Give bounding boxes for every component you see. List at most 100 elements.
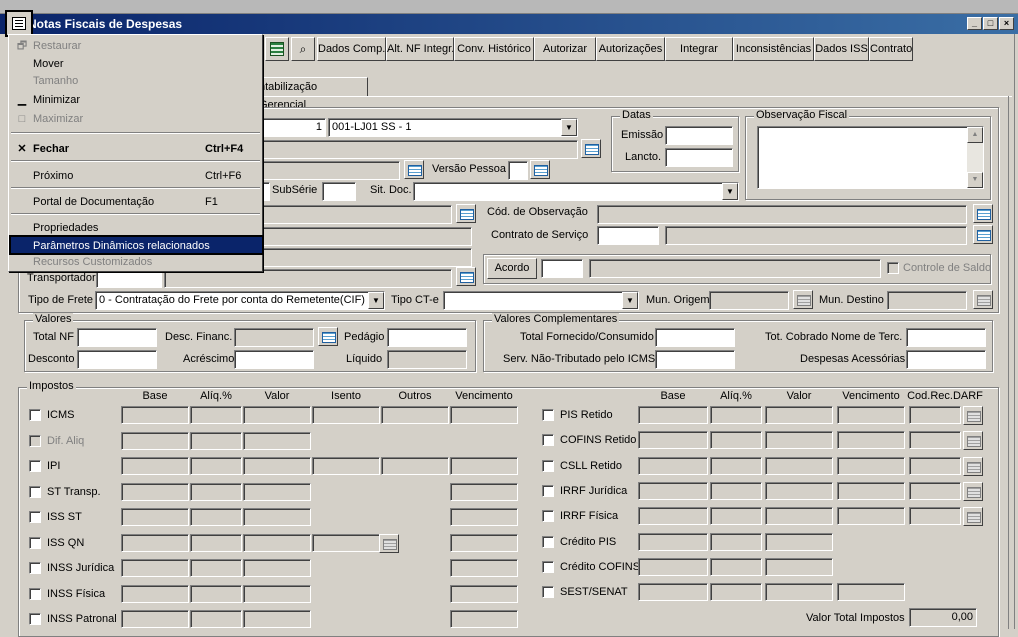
iss-qn-lookup-button[interactable] (379, 534, 399, 553)
acordo-button[interactable]: Acordo (487, 258, 537, 279)
imposto-label: ISS QN (47, 537, 85, 549)
mun-origem-lookup-button[interactable] (793, 290, 813, 309)
alt-nf-integr-button[interactable]: Alt. NF Integr. (386, 37, 454, 61)
subserie-field[interactable] (322, 182, 356, 201)
imposto-checkbox[interactable] (29, 435, 41, 447)
pedagio-field[interactable] (387, 328, 467, 347)
cod-rec-darf-lookup-button[interactable] (963, 406, 983, 425)
dados-iss-button[interactable]: Dados ISS (814, 37, 869, 61)
imposto-checkbox[interactable] (29, 613, 41, 625)
mun-destino-lookup-button[interactable] (973, 290, 993, 309)
conv-historico-button[interactable]: Conv. Histórico (454, 37, 534, 61)
desc-financ-lookup-button[interactable] (318, 327, 338, 346)
menu-item-minimizar[interactable]: ▁ Minimizar (11, 91, 260, 109)
window-title-bar[interactable]: Notas Fiscais de Despesas _ □ × (0, 14, 1018, 34)
controle-saldo-label: Controle de Saldo (903, 262, 992, 274)
total-nf-field[interactable] (77, 328, 157, 347)
versao-pessoa-lookup-button[interactable] (530, 160, 550, 179)
serie-number-field[interactable]: 1 (262, 118, 326, 137)
cod-rec-darf-lookup-button[interactable] (963, 507, 983, 526)
close-button[interactable]: × (999, 17, 1014, 30)
minimize-button[interactable]: _ (967, 17, 982, 30)
imposto-value-field (121, 559, 189, 577)
imposto-value-field (190, 610, 242, 628)
maximize-button[interactable]: □ (983, 17, 998, 30)
lancto-field[interactable] (665, 148, 733, 167)
imposto-value-field (243, 483, 311, 501)
imposto-checkbox[interactable] (542, 510, 554, 522)
menu-item-mover[interactable]: Mover (11, 55, 260, 73)
estabelecimento-combo[interactable]: 001-LJ01 SS - 1 ▼ (328, 118, 578, 137)
list-view-button[interactable] (265, 37, 289, 61)
tab-contabilizacao-gerencial[interactable]: ntabilização Gerencial (254, 77, 368, 111)
serv-nao-trib-field[interactable] (655, 350, 735, 369)
acordo-field[interactable] (541, 259, 583, 278)
imposto-checkbox[interactable] (542, 536, 554, 548)
imposto-checkbox[interactable] (542, 434, 554, 446)
inconsistencias-button[interactable]: Inconsistências (733, 37, 814, 61)
tot-cobrado-field[interactable] (906, 328, 986, 347)
menu-item-portal-documentacao[interactable]: Portal de Documentação F1 (11, 193, 260, 211)
menu-item-maximizar[interactable]: □ Maximizar (11, 110, 260, 128)
imposto-checkbox[interactable] (29, 486, 41, 498)
autorizacoes-button[interactable]: Autorizações (596, 37, 665, 61)
sit-doc-combo[interactable]: ▼ (413, 182, 739, 201)
tipo-cte-combo[interactable]: ▼ (443, 291, 639, 310)
imposto-checkbox[interactable] (542, 586, 554, 598)
menu-item-parametros-dinamicos[interactable]: Parâmetros Dinâmicos relacionados (9, 235, 264, 255)
minimize-icon: ▁ (17, 94, 27, 106)
menu-item-proximo[interactable]: Próximo Ctrl+F6 (11, 167, 260, 185)
menu-item-fechar[interactable]: ✕ Fechar Ctrl+F4 (11, 140, 260, 158)
chevron-down-icon[interactable]: ▼ (561, 119, 577, 136)
chevron-down-icon[interactable]: ▼ (722, 183, 738, 200)
contrato-servico-lookup-button[interactable] (973, 225, 993, 244)
imposto-checkbox[interactable] (29, 588, 41, 600)
chevron-down-icon[interactable]: ▼ (622, 292, 638, 309)
transportador-lookup-button[interactable] (456, 267, 476, 286)
imposto-value-field (450, 508, 518, 526)
imposto-checkbox[interactable] (29, 460, 41, 472)
contrato-servico-field[interactable] (597, 226, 659, 245)
desconto-field[interactable] (77, 350, 157, 369)
menu-item-recursos-customizados[interactable]: Recursos Customizados (11, 253, 260, 271)
scroll-down-icon[interactable]: ▼ (967, 172, 983, 188)
dados-comp-button[interactable]: Dados Comp. (317, 37, 386, 61)
contrato-button[interactable]: Contrato (869, 37, 913, 61)
scroll-up-icon[interactable]: ▲ (967, 127, 983, 143)
imposto-checkbox[interactable] (542, 485, 554, 497)
versao-pessoa-field[interactable] (508, 161, 528, 180)
search-button[interactable]: ⌕ (291, 37, 315, 61)
imposto-checkbox[interactable] (542, 561, 554, 573)
cod-rec-darf-lookup-button[interactable] (963, 482, 983, 501)
pessoa-lookup-button[interactable] (581, 139, 601, 158)
total-fornecido-field[interactable] (655, 328, 735, 347)
despesas-acessorias-field[interactable] (906, 350, 986, 369)
autorizar-button[interactable]: Autorizar (534, 37, 596, 61)
natureza-lookup-button[interactable] (456, 204, 476, 223)
emissao-field[interactable] (665, 126, 733, 145)
tipo-frete-combo[interactable]: 0 - Contratação do Frete por conta do Re… (95, 291, 385, 310)
menu-shortcut: F1 (205, 196, 218, 208)
menu-item-restaurar[interactable]: 🗗 Restaurar (11, 37, 260, 55)
observacao-textarea[interactable]: ▲ ▼ (757, 126, 984, 189)
cod-observacao-lookup-button[interactable] (973, 204, 993, 223)
imposto-checkbox[interactable] (29, 409, 41, 421)
imposto-checkbox[interactable] (29, 537, 41, 549)
pessoa-lookup-button-2[interactable] (404, 160, 424, 179)
controle-saldo-checkbox[interactable] (887, 262, 899, 274)
acrescimo-field[interactable] (234, 350, 314, 369)
chevron-down-icon[interactable]: ▼ (368, 292, 384, 309)
observacao-scrollbar[interactable]: ▲ ▼ (967, 127, 983, 188)
imposto-checkbox[interactable] (29, 562, 41, 574)
menu-item-tamanho[interactable]: Tamanho (11, 72, 260, 90)
imposto-checkbox[interactable] (29, 511, 41, 523)
cod-rec-darf-lookup-button[interactable] (963, 431, 983, 450)
cod-rec-darf-lookup-button[interactable] (963, 457, 983, 476)
integrar-button[interactable]: Integrar (665, 37, 733, 61)
imposto-label: ST Transp. (47, 486, 101, 498)
imposto-checkbox[interactable] (542, 409, 554, 421)
system-menu-icon[interactable] (5, 10, 33, 37)
menu-label: Minimizar (33, 94, 81, 106)
imposto-checkbox[interactable] (542, 460, 554, 472)
serie-field[interactable] (262, 182, 270, 201)
